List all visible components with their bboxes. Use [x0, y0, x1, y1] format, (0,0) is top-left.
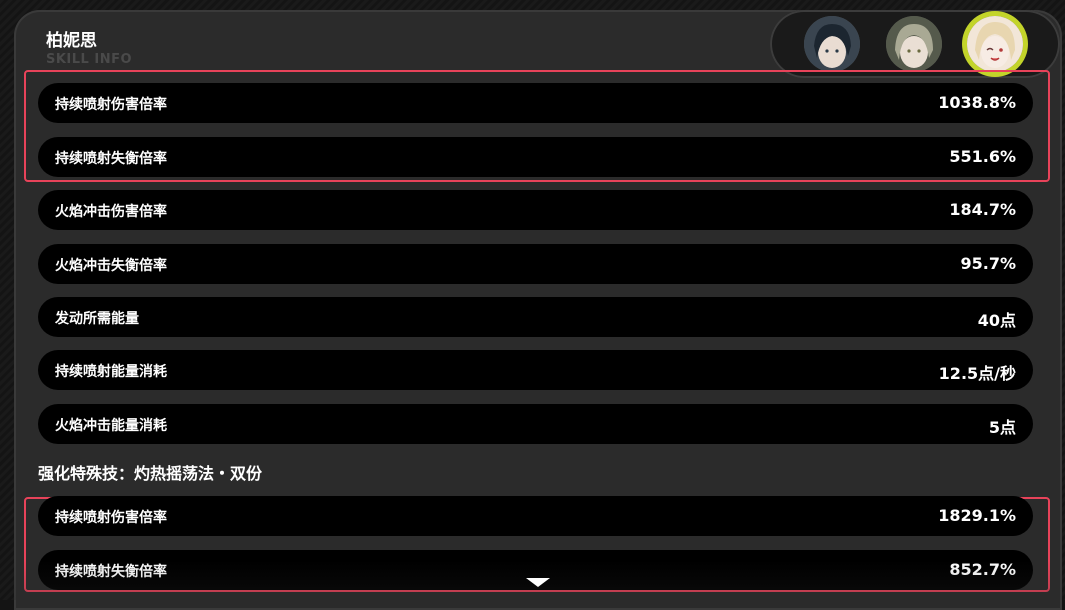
character-name: 柏妮思 — [46, 31, 97, 51]
stat-value: 184.7% — [949, 200, 1016, 219]
section-heading: 强化特殊技：灼热摇荡法・双份 — [38, 464, 263, 483]
stat-value: 1829.1% — [938, 506, 1016, 525]
stat-value: 40点 — [977, 311, 1016, 330]
stat-value: 852.7% — [949, 560, 1016, 579]
stat-row: 发动所需能量 40点 — [38, 297, 1033, 337]
stat-label: 持续喷射能量消耗 — [55, 364, 167, 380]
stat-row: 火焰冲击失衡倍率 95.7% — [38, 244, 1033, 284]
character-selector — [770, 10, 1060, 78]
stat-label: 发动所需能量 — [55, 311, 139, 327]
stat-row: 持续喷射伤害倍率 1829.1% — [38, 496, 1033, 536]
stat-label: 火焰冲击失衡倍率 — [55, 258, 167, 274]
stat-value: 551.6% — [949, 147, 1016, 166]
stat-label: 火焰冲击能量消耗 — [55, 418, 167, 434]
stat-label: 持续喷射伤害倍率 — [55, 97, 167, 113]
stat-value: 12.5点/秒 — [938, 364, 1016, 383]
scroll-down-icon[interactable] — [526, 578, 550, 587]
stat-label: 持续喷射失衡倍率 — [55, 151, 167, 167]
stat-value: 1038.8% — [938, 93, 1016, 112]
stat-row: 火焰冲击伤害倍率 184.7% — [38, 190, 1033, 230]
avatar-silver-hair[interactable] — [886, 16, 942, 72]
stat-label: 持续喷射失衡倍率 — [55, 564, 167, 580]
stat-value: 5点 — [988, 418, 1016, 437]
stat-value: 95.7% — [960, 254, 1016, 273]
stat-row: 持续喷射伤害倍率 1038.8% — [38, 83, 1033, 123]
panel-subtitle: SKILL INFO — [46, 52, 133, 67]
stat-row: 持续喷射失衡倍率 551.6% — [38, 137, 1033, 177]
stat-label: 火焰冲击伤害倍率 — [55, 204, 167, 220]
avatar-dark-hair[interactable] — [804, 16, 860, 72]
stat-row: 火焰冲击能量消耗 5点 — [38, 404, 1033, 444]
stat-label: 持续喷射伤害倍率 — [55, 510, 167, 526]
stat-row: 持续喷射能量消耗 12.5点/秒 — [38, 350, 1033, 390]
avatar-blonde-hair[interactable] — [967, 16, 1023, 72]
